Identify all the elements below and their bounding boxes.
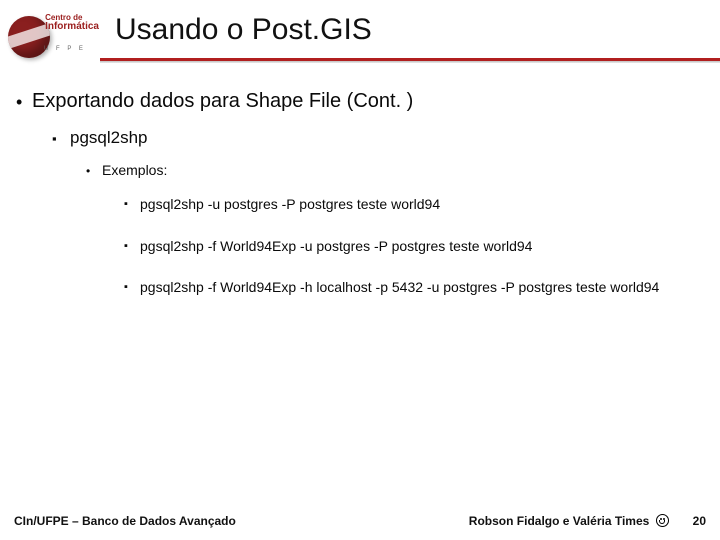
example-text: pgsql2shp -f World94Exp -u postgres -P p… <box>140 236 700 258</box>
lvl3-text: Exemplos: <box>102 162 167 180</box>
org-logo: Centro de Informática U F P E <box>4 8 99 68</box>
logo-line2: Informática <box>45 22 99 33</box>
slide-title: Usando o Post.GIS <box>115 13 372 47</box>
bullet-square-icon: ▪ <box>124 194 140 216</box>
logo-subtext: U F P E <box>44 46 86 52</box>
example-item: ▪ pgsql2shp -f World94Exp -u postgres -P… <box>124 236 700 258</box>
lvl1-text: Exportando dados para Shape File (Cont. … <box>32 90 413 114</box>
page-number: 20 <box>693 514 706 528</box>
bullet-square-icon: ▪ <box>52 128 70 150</box>
example-text: pgsql2shp -f World94Exp -h localhost -p … <box>140 277 700 299</box>
slide-content: • Exportando dados para Shape File (Cont… <box>0 72 720 299</box>
example-text: pgsql2shp -u postgres -P postgres teste … <box>140 194 700 216</box>
lvl2-text: pgsql2shp <box>70 128 148 150</box>
authors-text: Robson Fidalgo e Valéria Times <box>469 514 650 528</box>
bullet-level-3: • Exemplos: <box>86 162 704 180</box>
slide-footer: CIn/UFPE – Banco de Dados Avançado Robso… <box>0 514 720 528</box>
footer-authors: Robson Fidalgo e Valéria Times <box>469 514 669 528</box>
bullet-square-icon: ▪ <box>124 277 140 299</box>
smile-icon <box>656 514 669 527</box>
bullet-dot-icon: • <box>86 162 102 180</box>
title-divider <box>100 58 720 61</box>
bullet-square-icon: ▪ <box>124 236 140 258</box>
bullet-dot-icon: • <box>16 90 32 114</box>
footer-left: CIn/UFPE – Banco de Dados Avançado <box>14 514 236 528</box>
bullet-level-2: ▪ pgsql2shp <box>52 128 704 150</box>
slide-header: Centro de Informática U F P E Usando o P… <box>0 0 720 72</box>
logo-text: Centro de Informática <box>45 14 99 33</box>
bullet-level-1: • Exportando dados para Shape File (Cont… <box>16 90 704 114</box>
example-item: ▪ pgsql2shp -u postgres -P postgres test… <box>124 194 700 216</box>
example-item: ▪ pgsql2shp -f World94Exp -h localhost -… <box>124 277 700 299</box>
